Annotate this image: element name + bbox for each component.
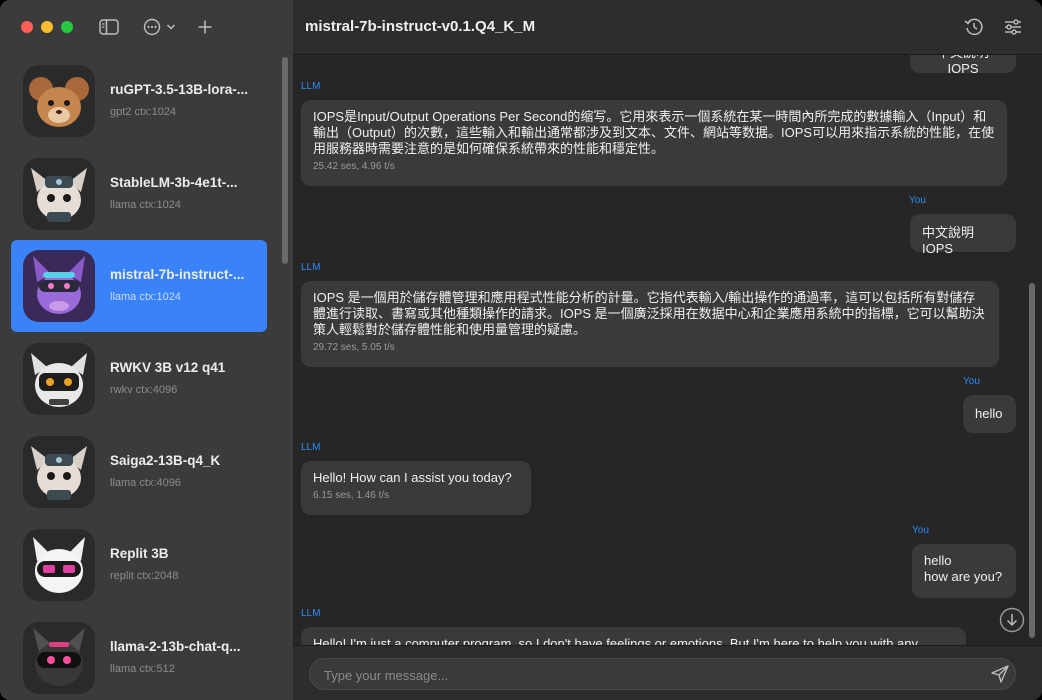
model-meta: llama ctx:1024	[110, 291, 181, 303]
message-text-line2: how are you?	[924, 569, 1003, 584]
chat-header: mistral-7b-instruct-v0.1.Q4_K_M	[293, 0, 1042, 55]
role-label: You	[909, 195, 926, 206]
model-avatar	[23, 65, 95, 137]
model-name: Replit 3B	[110, 546, 169, 561]
model-meta: gpt2 ctx:1024	[110, 106, 177, 118]
model-list: ruGPT-3.5-13B-lora-... gpt2 ctx:1024 Sta…	[0, 55, 293, 700]
message-text: Hello! How can I assist you today?	[313, 470, 512, 485]
model-avatar	[23, 343, 95, 415]
role-label: You	[912, 525, 929, 536]
message-text: hello	[924, 553, 952, 568]
message-bubble-user: hello how are you?	[912, 544, 1016, 598]
sidebar-toolbar	[0, 0, 293, 55]
role-label: LLM	[301, 442, 321, 453]
chat-panel: mistral-7b-instruct-v0.1.Q4_K_M 中文說明IOPS…	[293, 0, 1042, 700]
model-name: mistral-7b-instruct-...	[110, 267, 245, 282]
message-list: 中文說明IOPS LLM IOPS是Input/Output Operation…	[293, 55, 1042, 645]
minimize-window-button[interactable]	[41, 21, 53, 33]
message-text: 中文說明IOPS	[937, 55, 989, 76]
model-avatar	[23, 529, 95, 601]
model-avatar	[23, 250, 95, 322]
model-name: RWKV 3B v12 q41	[110, 360, 226, 375]
settings-sliders-icon[interactable]	[1002, 16, 1024, 38]
model-avatar	[23, 436, 95, 508]
role-label: LLM	[301, 81, 321, 92]
message-bubble-llm: IOPS是Input/Output Operations Per Second的…	[301, 100, 1007, 186]
model-meta: replit ctx:2048	[110, 570, 179, 582]
scroll-down-icon[interactable]	[999, 607, 1025, 633]
model-meta: llama ctx:512	[110, 663, 175, 675]
model-item[interactable]: StableLM-3b-4e1t-... llama ctx:1024	[11, 148, 267, 240]
model-name: ruGPT-3.5-13B-lora-...	[110, 82, 249, 97]
zoom-window-button[interactable]	[61, 21, 73, 33]
sidebar: ruGPT-3.5-13B-lora-... gpt2 ctx:1024 Sta…	[0, 0, 293, 700]
page-title: mistral-7b-instruct-v0.1.Q4_K_M	[305, 18, 536, 35]
model-item[interactable]: Replit 3B replit ctx:2048	[11, 519, 267, 611]
sidebar-toggle-icon[interactable]	[97, 15, 121, 39]
model-item[interactable]: llama-2-13b-chat-q... llama ctx:512	[11, 612, 267, 700]
message-text: 中文說明IOPS	[922, 225, 975, 256]
model-avatar	[23, 622, 95, 694]
role-label: LLM	[301, 608, 321, 619]
app-window: ruGPT-3.5-13B-lora-... gpt2 ctx:1024 Sta…	[0, 0, 1042, 700]
message-bubble-user: 中文說明IOPS	[910, 214, 1016, 256]
message-stats: 6.15 ses, 1.46 t/s	[313, 490, 390, 501]
message-text: hello	[975, 406, 1003, 421]
composer	[293, 645, 1042, 700]
model-item[interactable]: Saiga2-13B-q4_K llama ctx:4096	[11, 426, 267, 518]
new-chat-plus-icon[interactable]	[195, 15, 215, 39]
message-stats: 25.42 ses, 4.96 t/s	[313, 161, 395, 172]
model-item[interactable]: ruGPT-3.5-13B-lora-... gpt2 ctx:1024	[11, 55, 267, 147]
close-window-button[interactable]	[21, 21, 33, 33]
chevron-down-icon[interactable]	[165, 15, 177, 39]
message-bubble-llm: Hello! How can I assist you today? 6.15 …	[301, 461, 531, 515]
message-text: IOPS 是一個用於儲存體管理和應用程式性能分析的計量。它指代表輸入/輸出操作的…	[313, 290, 985, 337]
chat-scrollbar[interactable]	[1029, 283, 1035, 638]
chat-options-icon[interactable]	[142, 15, 162, 39]
role-label: You	[963, 376, 980, 387]
model-item[interactable]: RWKV 3B v12 q41 rwkv ctx:4096	[11, 333, 267, 425]
sidebar-scrollbar[interactable]	[282, 57, 288, 264]
send-icon[interactable]	[990, 664, 1010, 684]
message-bubble-user: 中文說明IOPS	[910, 55, 1016, 76]
message-text: IOPS是Input/Output Operations Per Second的…	[313, 109, 995, 156]
message-bubble-user: hello	[963, 395, 1016, 433]
model-meta: llama ctx:4096	[110, 477, 181, 489]
message-bubble-llm: IOPS 是一個用於儲存體管理和應用程式性能分析的計量。它指代表輸入/輸出操作的…	[301, 281, 999, 367]
message-text: Hello! I'm just a computer program, so I…	[313, 636, 919, 645]
model-name: llama-2-13b-chat-q...	[110, 639, 241, 654]
model-meta: rwkv ctx:4096	[110, 384, 178, 396]
message-input[interactable]	[322, 659, 976, 691]
message-input-box	[309, 658, 1016, 691]
model-avatar	[23, 158, 95, 230]
message-bubble-llm: Hello! I'm just a computer program, so I…	[301, 627, 966, 645]
model-name: StableLM-3b-4e1t-...	[110, 175, 238, 190]
model-meta: llama ctx:1024	[110, 199, 181, 211]
model-name: Saiga2-13B-q4_K	[110, 453, 221, 468]
role-label: LLM	[301, 262, 321, 273]
reload-history-icon[interactable]	[963, 16, 985, 38]
message-stats: 29.72 ses, 5.05 t/s	[313, 342, 395, 353]
model-item-selected[interactable]: mistral-7b-instruct-... llama ctx:1024	[11, 240, 267, 332]
